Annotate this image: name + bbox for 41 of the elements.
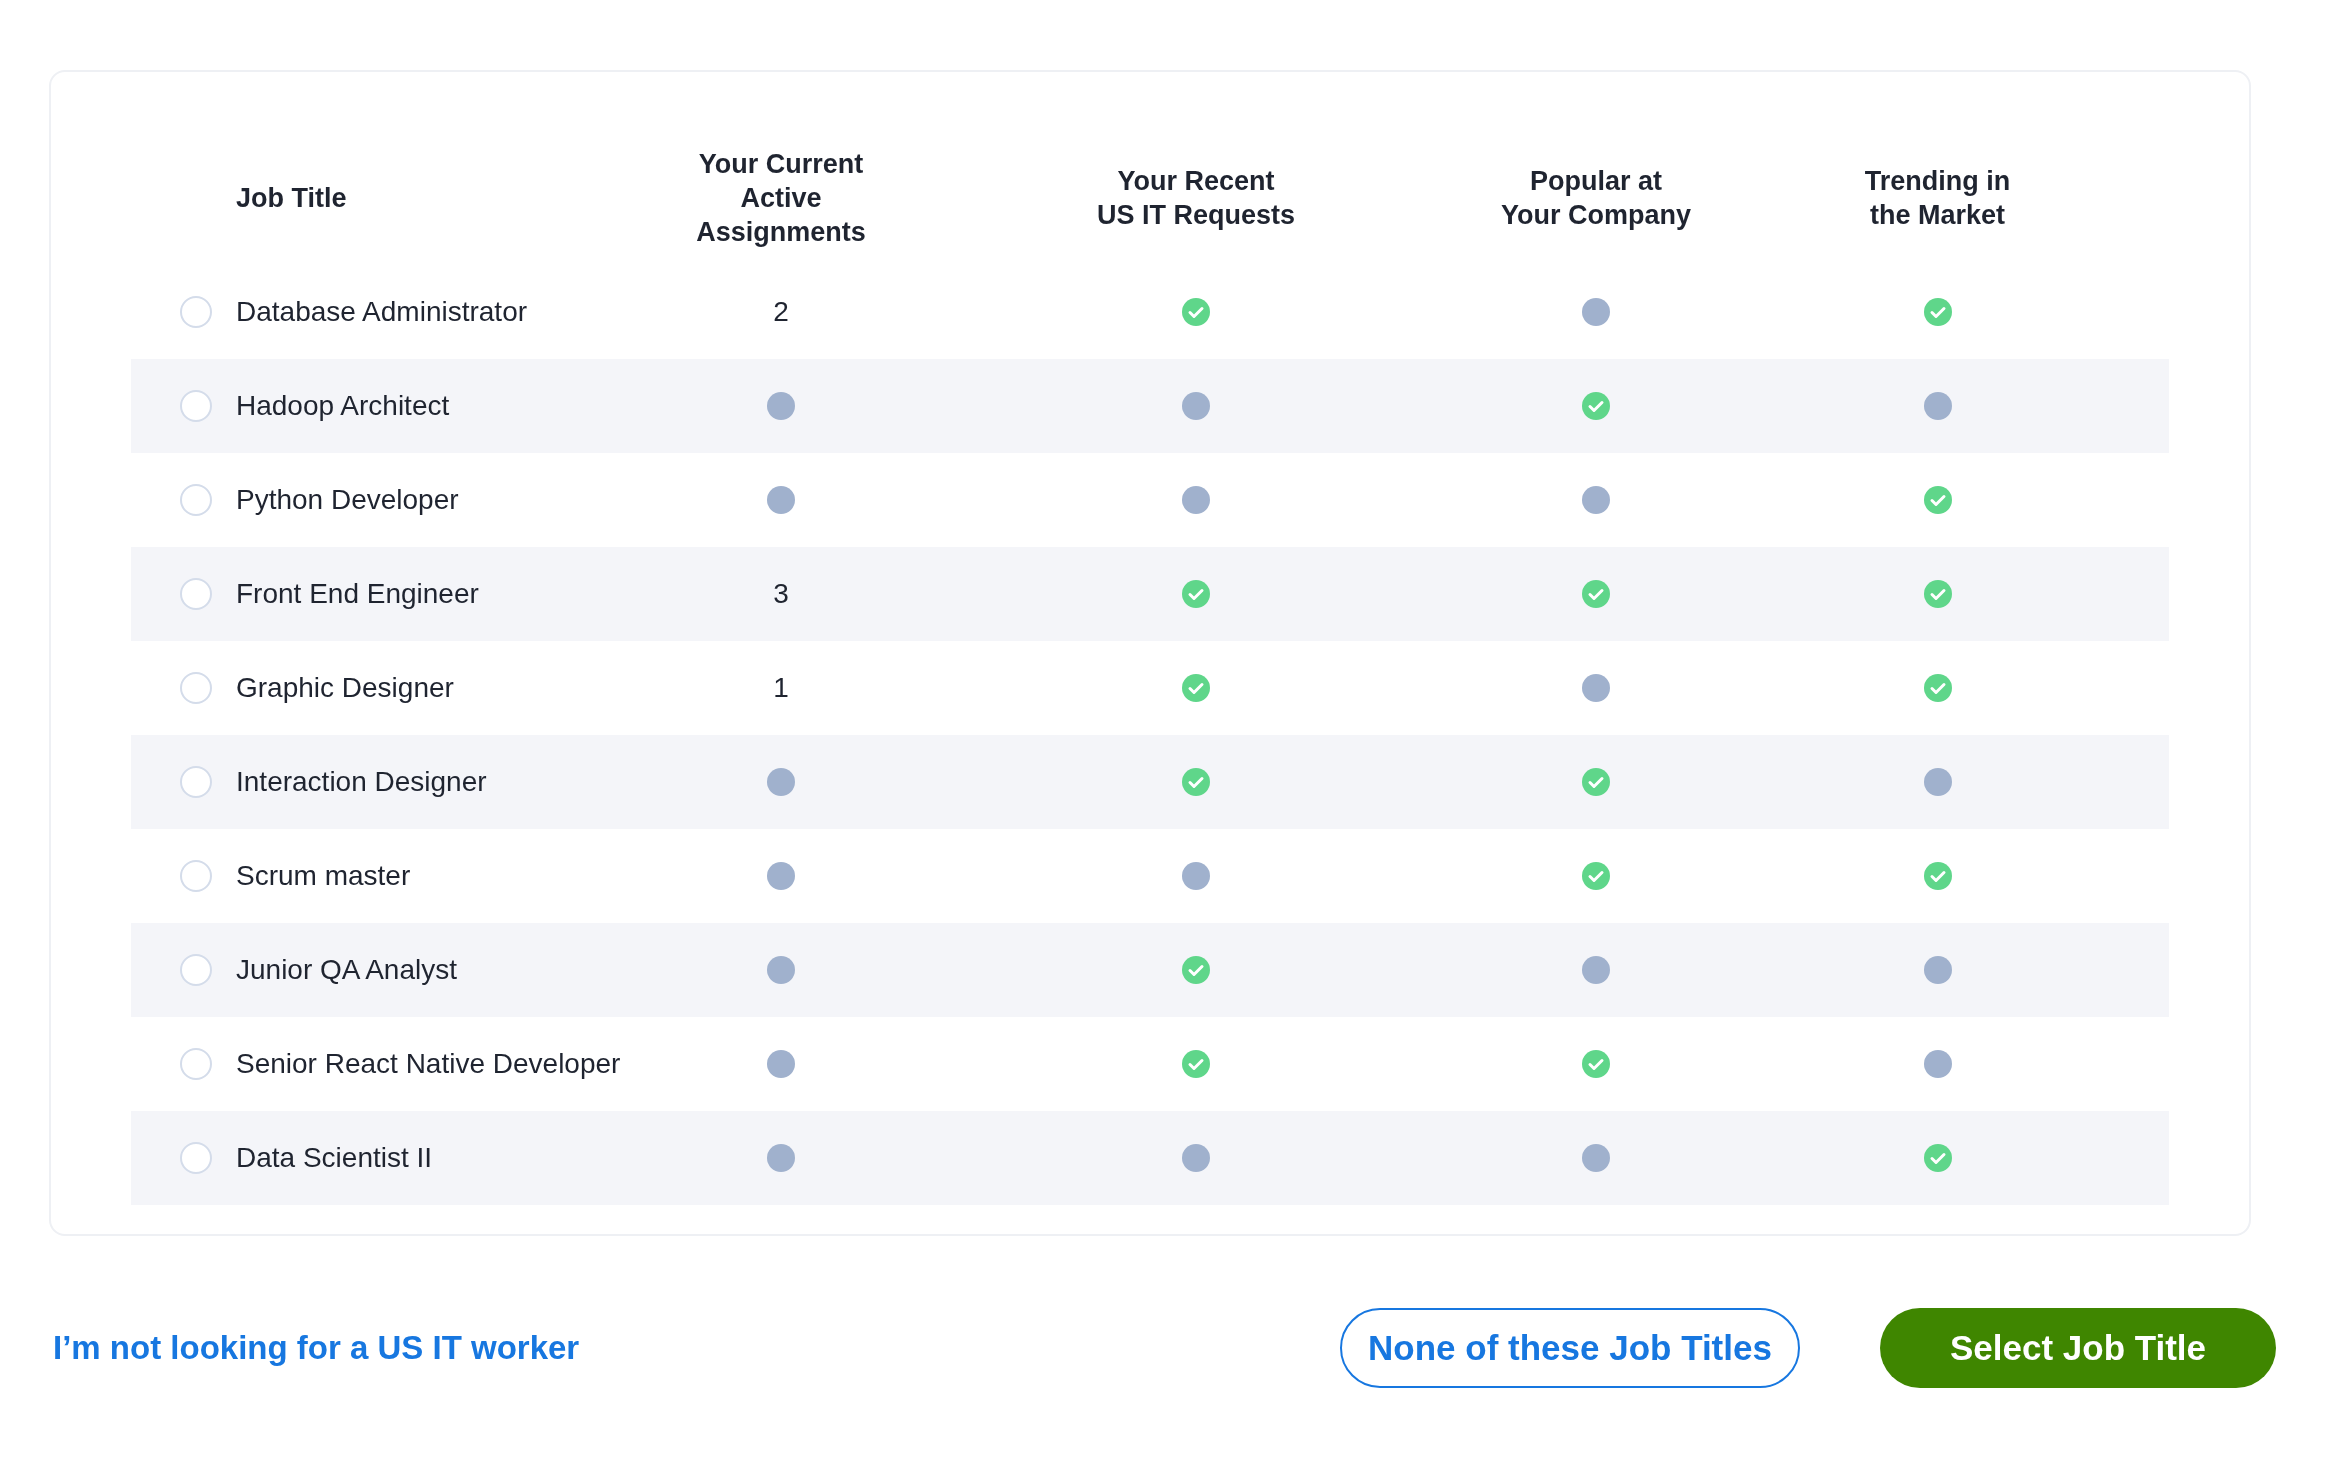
job-title: Junior QA Analyst <box>236 953 457 987</box>
table-row[interactable]: Graphic Designer 1 <box>131 641 2169 735</box>
column-header: Job Title <box>236 181 348 215</box>
table-row[interactable]: Database Administrator 2 <box>131 265 2169 359</box>
radio-button[interactable] <box>180 296 212 328</box>
assignment-count: 3 <box>773 577 789 611</box>
column-header: Trending in the Market <box>1863 164 2012 232</box>
job-title: Graphic Designer <box>236 671 454 705</box>
radio-button[interactable] <box>180 672 212 704</box>
radio-button[interactable] <box>180 860 212 892</box>
job-title: Hadoop Architect <box>236 389 450 423</box>
radio-button[interactable] <box>180 578 212 610</box>
radio-button[interactable] <box>180 1048 212 1080</box>
table-row[interactable]: Hadoop Architect <box>131 359 2169 453</box>
radio-button[interactable] <box>180 766 212 798</box>
job-title: Data Scientist II <box>236 1141 433 1175</box>
job-title: Scrum master <box>236 859 411 893</box>
assignment-count: 2 <box>773 295 789 329</box>
table-row[interactable]: Front End Engineer 3 <box>131 547 2169 641</box>
job-title: Senior React Native Developer <box>236 1047 621 1081</box>
table-row[interactable]: Senior React Native Developer <box>131 1017 2169 1111</box>
radio-button[interactable] <box>180 954 212 986</box>
none-of-these-button[interactable]: None of these Job Titles <box>1340 1308 1800 1388</box>
table-row[interactable]: Interaction Designer <box>131 735 2169 829</box>
job-title: Python Developer <box>236 483 459 517</box>
job-title: Database Administrator <box>236 295 528 329</box>
table-row[interactable]: Python Developer <box>131 453 2169 547</box>
column-header: Popular at Your Company <box>1500 164 1692 232</box>
job-title: Front End Engineer <box>236 577 479 611</box>
select-job-title-button[interactable]: Select Job Title <box>1880 1308 2276 1388</box>
radio-button[interactable] <box>180 1142 212 1174</box>
job-title: Interaction Designer <box>236 765 487 799</box>
table-row[interactable]: Junior QA Analyst <box>131 923 2169 1017</box>
column-header: Your Current Active Assignments <box>695 147 867 249</box>
radio-button[interactable] <box>180 484 212 516</box>
assignment-count: 1 <box>773 671 789 705</box>
table-row[interactable]: Scrum master <box>131 829 2169 923</box>
table-row[interactable]: Data Scientist II <box>131 1111 2169 1205</box>
not-looking-link[interactable]: I’m not looking for a US IT worker <box>53 1323 580 1373</box>
column-header: Your Recent US IT Requests <box>1095 164 1296 232</box>
radio-button[interactable] <box>180 390 212 422</box>
